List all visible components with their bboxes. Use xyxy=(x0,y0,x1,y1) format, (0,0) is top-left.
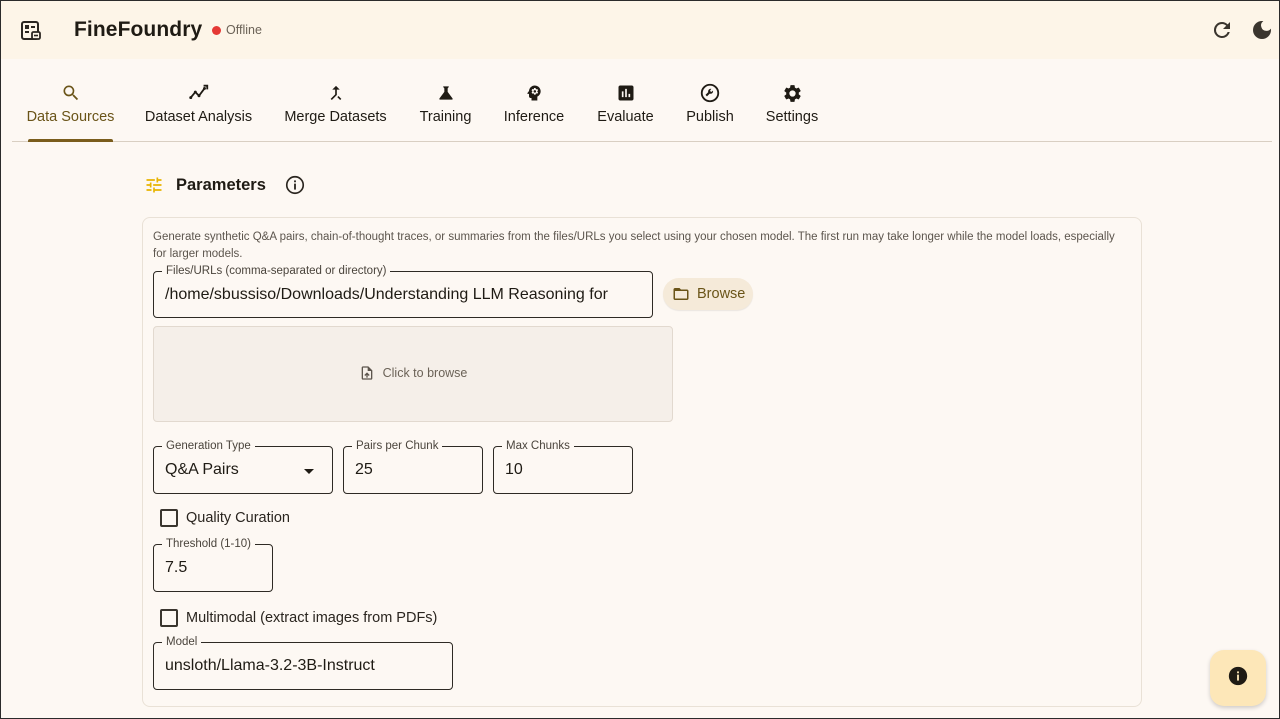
tab-evaluate[interactable]: Evaluate xyxy=(597,59,654,141)
generation-type-select[interactable]: Generation Type Q&A Pairs xyxy=(153,439,333,494)
quality-curation-label: Quality Curation xyxy=(186,510,290,526)
multimodal-checkbox-row[interactable]: Multimodal (extract images from PDFs) xyxy=(160,609,437,627)
tab-label: Training xyxy=(419,109,472,125)
upload-file-icon xyxy=(359,365,375,381)
gear-icon xyxy=(781,82,803,104)
tab-label: Merge Datasets xyxy=(284,109,387,125)
max-chunks-field[interactable]: Max Chunks 10 xyxy=(493,439,633,494)
browse-label: Browse xyxy=(697,286,746,302)
model-field[interactable]: Model unsloth/Llama-3.2-3B-Instruct xyxy=(153,635,453,690)
browse-button[interactable]: Browse xyxy=(663,278,753,310)
tab-label: Publish xyxy=(686,109,734,125)
pairs-per-chunk-label: Pairs per Chunk xyxy=(352,439,443,453)
trend-icon xyxy=(188,82,210,104)
dark-mode-icon[interactable] xyxy=(1250,18,1274,42)
section-title: Parameters xyxy=(176,176,266,194)
dropzone-label: Click to browse xyxy=(382,366,468,380)
merge-icon xyxy=(325,82,347,104)
threshold-field[interactable]: Threshold (1-10) 7.5 xyxy=(153,537,273,592)
tab-publish[interactable]: Publish xyxy=(685,59,735,141)
files-urls-label: Files/URLs (comma-separated or directory… xyxy=(162,264,391,278)
active-tab-indicator xyxy=(28,139,113,142)
bar-chart-icon xyxy=(615,82,637,104)
file-dropzone[interactable]: Click to browse xyxy=(153,326,673,422)
dropdown-arrow-icon xyxy=(304,469,314,474)
search-icon xyxy=(60,82,82,104)
threshold-value: 7.5 xyxy=(165,559,188,576)
files-urls-field[interactable]: Files/URLs (comma-separated or directory… xyxy=(153,264,653,318)
parameters-description: Generate synthetic Q&A pairs, chain-of-t… xyxy=(153,231,1115,260)
tab-label: Evaluate xyxy=(597,109,654,125)
build-icon xyxy=(699,82,721,104)
pairs-per-chunk-field[interactable]: Pairs per Chunk 25 xyxy=(343,439,483,494)
tab-dataset-analysis[interactable]: Dataset Analysis xyxy=(145,59,252,141)
app-bar: FineFoundry Offline xyxy=(1,1,1279,59)
tab-training[interactable]: Training xyxy=(419,59,472,141)
app-logo-icon xyxy=(20,20,42,42)
model-label: Model xyxy=(162,635,202,649)
tab-label: Dataset Analysis xyxy=(144,109,253,125)
tab-label: Inference xyxy=(503,109,565,125)
files-urls-value: /home/sbussiso/Downloads/Understanding L… xyxy=(165,286,608,303)
quality-curation-checkbox[interactable] xyxy=(160,509,178,527)
generation-type-label: Generation Type xyxy=(162,439,255,453)
model-value: unsloth/Llama-3.2-3B-Instruct xyxy=(165,657,375,674)
info-outline-icon[interactable] xyxy=(284,174,306,196)
generation-type-value: Q&A Pairs xyxy=(165,461,239,478)
info-fab-button[interactable] xyxy=(1210,650,1266,706)
tab-bar: Data Sources Dataset Analysis Merge Data… xyxy=(12,59,1272,142)
brain-icon xyxy=(523,82,545,104)
flask-icon xyxy=(435,82,457,104)
max-chunks-value: 10 xyxy=(505,461,523,478)
multimodal-label: Multimodal (extract images from PDFs) xyxy=(186,610,438,626)
quality-curation-checkbox-row[interactable]: Quality Curation xyxy=(160,509,290,527)
tab-inference[interactable]: Inference xyxy=(503,59,565,141)
tab-data-sources[interactable]: Data Sources xyxy=(26,59,115,141)
status-dot-icon xyxy=(212,26,221,35)
refresh-icon[interactable] xyxy=(1210,18,1234,42)
app-title: FineFoundry xyxy=(74,18,203,41)
connection-status: Offline xyxy=(226,23,262,37)
max-chunks-label: Max Chunks xyxy=(502,439,574,453)
threshold-label: Threshold (1-10) xyxy=(162,537,256,551)
tab-merge-datasets[interactable]: Merge Datasets xyxy=(284,59,387,141)
tab-label: Data Sources xyxy=(26,109,115,125)
info-icon xyxy=(1227,665,1249,692)
tab-settings[interactable]: Settings xyxy=(763,59,821,141)
pairs-per-chunk-value: 25 xyxy=(355,461,373,478)
folder-icon xyxy=(672,285,690,303)
tab-label: Settings xyxy=(765,109,819,125)
multimodal-checkbox[interactable] xyxy=(160,609,178,627)
tune-icon xyxy=(144,175,164,195)
